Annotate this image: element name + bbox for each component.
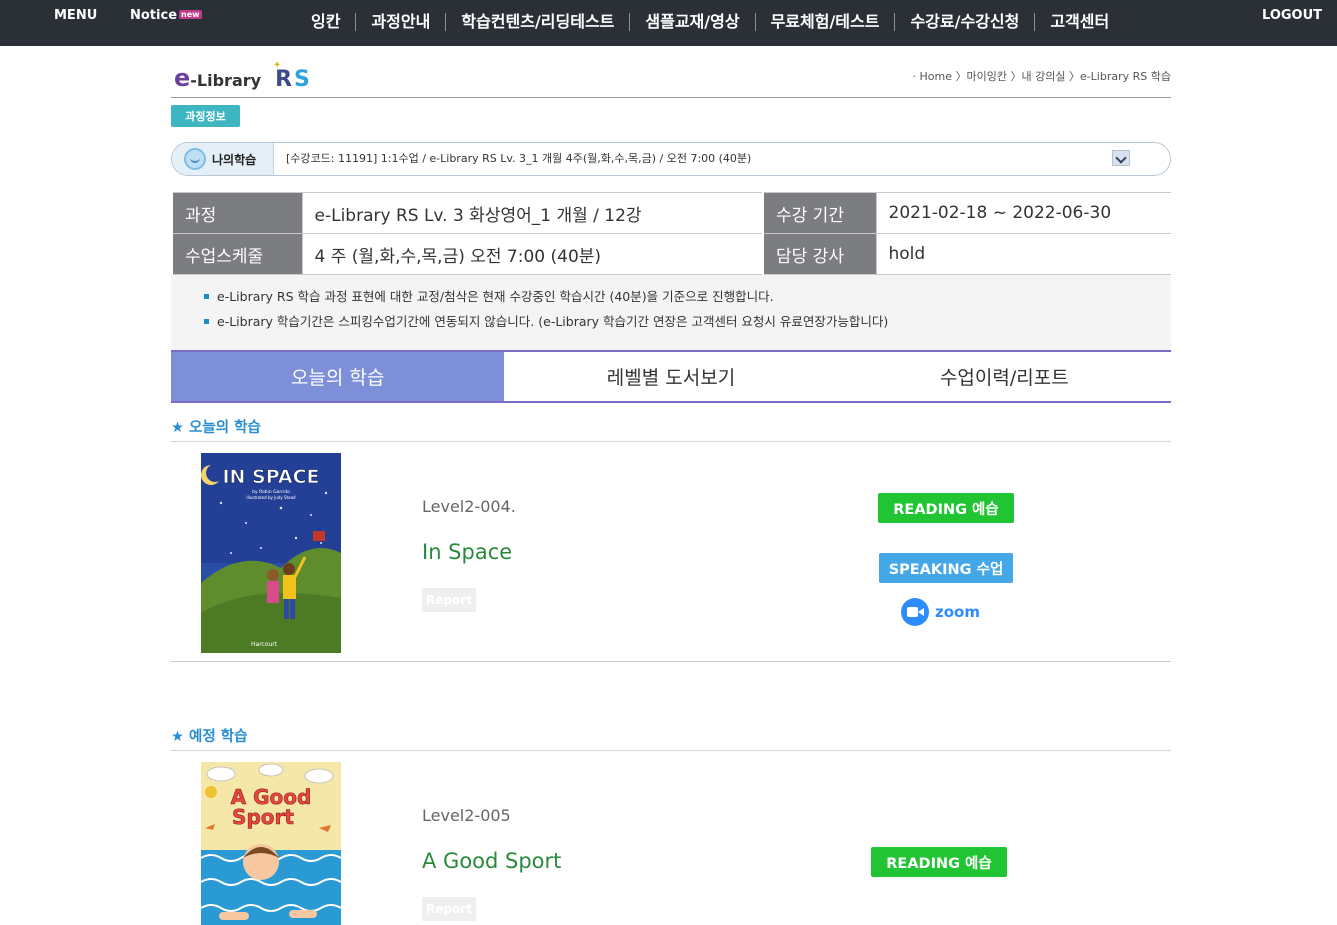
- new-badge: new: [179, 10, 202, 19]
- notice-link[interactable]: Notice new: [130, 8, 202, 23]
- course-value: e-Library RS Lv. 3 화상영어_1 개월 / 12강: [301, 192, 763, 234]
- section-divider: [171, 750, 1171, 751]
- book-title[interactable]: A Good Sport: [422, 849, 561, 873]
- zoom-camera-icon: [901, 598, 929, 626]
- book-level: Level2-004.: [422, 497, 516, 516]
- study-tabs: 오늘의 학습 레벨별 도서보기 수업이력/리포트: [171, 350, 1171, 403]
- smiley-icon: [184, 148, 206, 170]
- teacher-value: hold: [875, 233, 1171, 275]
- zoom-link[interactable]: zoom: [901, 598, 980, 626]
- breadcrumb: · Home 〉마이잉칸 〉내 강의실 〉e-Library RS 학습: [912, 70, 1171, 83]
- section-divider: [171, 661, 1171, 662]
- main-nav: 잉칸 과정안내 학습컨텐츠/리딩테스트 샘플교재/영상 무료체험/테스트 수강료…: [296, 11, 1124, 33]
- table-row: 수업스케줄 4 주 (월,화,수,목,금) 오전 7:00 (40분) 담당 강…: [171, 233, 1171, 275]
- logo-star-icon: ✦: [273, 60, 282, 71]
- my-study-selected-value[interactable]: [수강코드: 11191] 1:1수업 / e-Library RS Lv. 3…: [286, 150, 751, 166]
- cover-title-line2: Sport: [232, 805, 294, 829]
- book-cover-a-good-sport[interactable]: A Good Sport: [201, 762, 341, 925]
- speaking-class-button[interactable]: SPEAKING 수업: [879, 553, 1013, 583]
- schedule-value: 4 주 (월,화,수,목,금) 오전 7:00 (40분): [301, 233, 763, 275]
- nav-item-free-trial[interactable]: 무료체험/테스트: [756, 11, 895, 33]
- in-space-cover-art: IN SPACE by Robin Garrido Illustrated by…: [201, 453, 341, 653]
- notice-label: Notice: [130, 8, 178, 23]
- nav-item-customer-center[interactable]: 고객센터: [1035, 11, 1124, 33]
- schedule-label: 수업스케줄: [171, 233, 302, 275]
- notice-item: e-Library RS 학습 과정 표현에 대한 교정/첨삭은 현재 수강중인…: [171, 287, 1171, 312]
- menu-button[interactable]: MENU: [54, 8, 97, 23]
- nav-item-learning-contents[interactable]: 학습컨텐츠/리딩테스트: [446, 11, 629, 33]
- logo-e: e: [174, 64, 191, 92]
- book-level: Level2-005: [422, 806, 511, 825]
- reading-preview-button[interactable]: READING 예습: [871, 847, 1007, 877]
- today-section-title: ★ 오늘의 학습: [171, 420, 261, 436]
- course-label: 과정: [171, 192, 302, 234]
- notice-item: e-Library 학습기간은 스피킹수업기간에 연동되지 않습니다. (e-L…: [171, 312, 1171, 337]
- book-cover-in-space[interactable]: IN SPACE by Robin Garrido Illustrated by…: [201, 453, 341, 653]
- period-label: 수강 기간: [762, 192, 876, 234]
- cover-illustrator: Illustrated by Judy Stead: [246, 495, 296, 500]
- cover-title: IN SPACE: [222, 466, 319, 488]
- nav-item-samples[interactable]: 샘플교재/영상: [630, 11, 754, 33]
- course-info-tab[interactable]: 과정정보: [171, 105, 240, 127]
- teacher-label: 담당 강사: [762, 233, 876, 275]
- course-info-table: 과정 e-Library RS Lv. 3 화상영어_1 개월 / 12강 수강…: [171, 192, 1171, 275]
- notice-box: e-Library RS 학습 과정 표현에 대한 교정/첨삭은 현재 수강중인…: [171, 275, 1171, 350]
- nav-item-pricing[interactable]: 수강료/수강신청: [895, 11, 1034, 33]
- report-button[interactable]: Report: [422, 588, 476, 612]
- tab-today-study[interactable]: 오늘의 학습: [171, 352, 505, 401]
- header-divider: [171, 97, 1171, 98]
- my-study-label: 나의학습: [172, 143, 274, 175]
- period-value: 2021-02-18 ~ 2022-06-30: [875, 192, 1171, 234]
- report-button[interactable]: Report: [422, 897, 476, 921]
- section-divider: [171, 441, 1171, 442]
- tab-books-by-level[interactable]: 레벨별 도서보기: [504, 352, 838, 401]
- nav-item-ingkan[interactable]: 잉칸: [296, 11, 355, 33]
- book-title[interactable]: In Space: [422, 540, 512, 564]
- elibrary-rs-logo[interactable]: e -Library ✦ RS: [174, 60, 312, 94]
- logout-button[interactable]: LOGOUT: [1262, 8, 1322, 23]
- reading-preview-button[interactable]: READING 예습: [878, 493, 1014, 523]
- table-row: 과정 e-Library RS Lv. 3 화상영어_1 개월 / 12강 수강…: [171, 192, 1171, 234]
- a-good-sport-cover-art: A Good Sport: [201, 762, 341, 925]
- cover-publisher: Harcourt: [251, 641, 278, 648]
- my-study-select[interactable]: 나의학습 [수강코드: 11191] 1:1수업 / e-Library RS …: [171, 142, 1171, 176]
- tab-class-history[interactable]: 수업이력/리포트: [837, 352, 1171, 401]
- top-navbar: MENU Notice new 잉칸 과정안내 학습컨텐츠/리딩테스트 샘플교재/…: [0, 0, 1337, 46]
- logo-library: -Library: [190, 71, 262, 90]
- chevron-down-icon[interactable]: [1112, 150, 1130, 166]
- zoom-label: zoom: [935, 603, 980, 621]
- nav-item-course-guide[interactable]: 과정안내: [356, 11, 445, 33]
- upcoming-section-title: ★ 예정 학습: [171, 729, 248, 745]
